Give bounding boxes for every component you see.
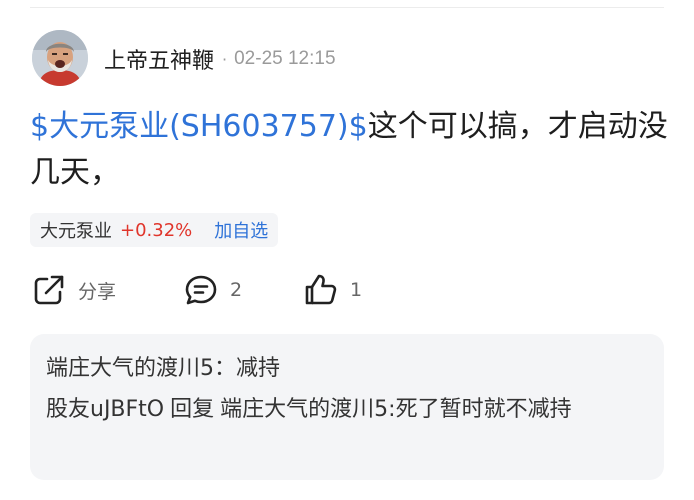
reply-user[interactable]: 股友uJBFtO [46, 397, 164, 422]
reply-separator: : [388, 397, 396, 422]
top-divider [30, 7, 664, 8]
stock-tag-link[interactable]: $大元泵业(SH603757)$ [30, 109, 368, 144]
stock-chip[interactable]: 大元泵业 +0.32% 加自选 [30, 213, 279, 247]
post-timestamp: 02-25 12:15 [234, 48, 336, 69]
author-meta: 上帝五神鞭 · 02-25 12:15 [104, 44, 336, 74]
share-button[interactable]: 分享 [32, 270, 116, 310]
reply-user[interactable]: 端庄大气的渡川5 [46, 356, 214, 381]
reply-separator: ： [214, 356, 237, 381]
comment-icon [185, 275, 217, 305]
comment-button[interactable]: 2 [184, 270, 242, 310]
add-watchlist-button[interactable]: 加自选 [214, 217, 268, 243]
reply-item: 端庄大气的渡川5：减持 [46, 348, 648, 389]
like-count: 1 [350, 279, 363, 301]
share-icon [34, 275, 64, 305]
reply-target-user[interactable]: 端庄大气的渡川5 [220, 397, 388, 422]
reply-preview-box[interactable]: 端庄大气的渡川5：减持 股友uJBFtO 回复 端庄大气的渡川5:死了暂时就不减持 [30, 334, 664, 480]
share-label: 分享 [78, 280, 117, 303]
reply-word: 回复 [170, 397, 215, 422]
post-body: $大元泵业(SH603757)$这个可以搞，才启动没几天， [30, 104, 670, 196]
like-button[interactable]: 1 [304, 270, 362, 310]
thumbs-up-icon [305, 274, 337, 305]
meta-separator: · [222, 49, 228, 69]
reply-text: 死了暂时就不减持 [395, 397, 572, 422]
reply-item: 股友uJBFtO 回复 端庄大气的渡川5:死了暂时就不减持 [46, 389, 648, 430]
reply-text: 减持 [236, 356, 281, 381]
comment-count: 2 [230, 279, 243, 301]
stock-chip-change: +0.32% [120, 219, 193, 241]
avatar-image [32, 30, 88, 86]
stock-chip-name: 大元泵业 [40, 221, 112, 242]
author-avatar[interactable] [32, 30, 88, 86]
author-name[interactable]: 上帝五神鞭 [104, 43, 214, 75]
